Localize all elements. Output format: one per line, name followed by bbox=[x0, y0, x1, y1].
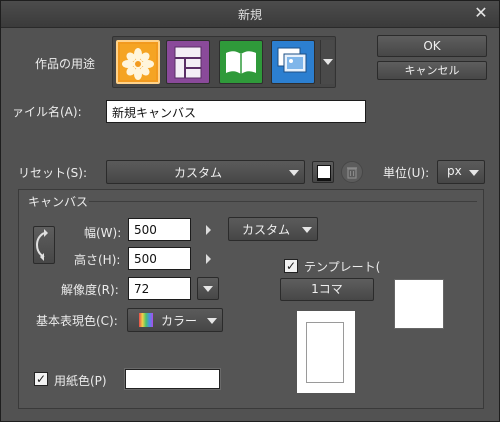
illustration-icon bbox=[120, 44, 156, 80]
template-label: テンプレート( bbox=[304, 260, 381, 274]
chevron-down-icon bbox=[203, 286, 213, 292]
book-icon bbox=[221, 42, 261, 82]
unit-label: 単位(U): bbox=[383, 166, 430, 180]
chevron-down-icon bbox=[289, 170, 299, 176]
usage-illustration-button[interactable] bbox=[116, 40, 160, 84]
delete-preset-button[interactable] bbox=[341, 161, 363, 183]
canvas-preview-frame bbox=[306, 322, 344, 383]
template-thumbnail bbox=[394, 279, 444, 329]
width-field[interactable]: 500 bbox=[128, 218, 191, 241]
filename-label: ァイル名(A): bbox=[12, 105, 82, 119]
save-preset-button[interactable] bbox=[312, 161, 334, 183]
rotate-icon bbox=[35, 229, 48, 261]
color-mode-select[interactable]: カラー bbox=[127, 308, 223, 332]
usage-animation-button[interactable] bbox=[271, 40, 315, 84]
unit-select[interactable]: px bbox=[437, 160, 485, 184]
chevron-down-icon bbox=[302, 227, 312, 233]
preset-value: カスタム bbox=[174, 166, 223, 180]
paper-color-swatch[interactable] bbox=[124, 368, 221, 390]
height-field[interactable]: 500 bbox=[128, 247, 191, 270]
ok-button[interactable]: OK bbox=[377, 35, 487, 57]
chevron-down-icon bbox=[207, 318, 217, 324]
paper-color-checkbox[interactable]: ✓ bbox=[34, 372, 48, 386]
title-bar: 新規 ✕ bbox=[1, 1, 499, 28]
width-label: 幅(W): bbox=[84, 226, 122, 240]
usage-comic-button[interactable] bbox=[166, 40, 210, 84]
chevron-right-icon[interactable] bbox=[206, 225, 211, 235]
filename-field[interactable]: 新規キャンバス bbox=[106, 100, 366, 123]
cancel-button[interactable]: キャンセル bbox=[377, 61, 487, 80]
chevron-down-icon bbox=[469, 170, 479, 176]
animation-icon bbox=[273, 42, 313, 82]
preset-select[interactable]: カスタム bbox=[106, 160, 305, 184]
usage-label: 作品の用途 bbox=[35, 57, 96, 71]
canvas-section-title: キャンバス bbox=[28, 195, 89, 209]
preset-label: リセット(S): bbox=[18, 166, 88, 180]
color-mode-value: カラー bbox=[161, 314, 198, 328]
comic-icon bbox=[168, 42, 208, 82]
canvas-preview bbox=[297, 311, 355, 393]
size-preset-value: カスタム bbox=[242, 223, 291, 237]
size-preset-select[interactable]: カスタム bbox=[228, 217, 318, 241]
color-swatch-icon bbox=[139, 313, 153, 327]
height-label: 高さ(H): bbox=[74, 253, 121, 267]
template-select-button[interactable]: 1コマ bbox=[280, 278, 374, 301]
new-canvas-dialog: 新規 ✕ 作品の用途 OK キャンセル ァイル名(A): 新規キャンバス リセッ… bbox=[0, 0, 500, 422]
unit-value: px bbox=[447, 164, 462, 178]
color-mode-label: 基本表現色(C): bbox=[36, 314, 118, 328]
chevron-right-icon[interactable] bbox=[206, 254, 211, 264]
resolution-field[interactable]: 72 bbox=[128, 277, 191, 300]
paper-color-label: 用紙色(P) bbox=[54, 374, 107, 388]
resolution-label: 解像度(R): bbox=[61, 283, 119, 297]
dialog-title: 新規 bbox=[237, 8, 262, 22]
usage-more-button[interactable] bbox=[320, 40, 334, 84]
canvas-section-divider bbox=[89, 201, 477, 202]
usage-book-button[interactable] bbox=[219, 40, 263, 84]
close-icon[interactable]: ✕ bbox=[472, 4, 490, 22]
chevron-down-icon bbox=[323, 59, 333, 65]
trash-icon bbox=[347, 167, 357, 179]
swap-orientation-button[interactable] bbox=[33, 226, 55, 264]
resolution-dropdown-button[interactable] bbox=[197, 277, 219, 300]
template-checkbox[interactable]: ✓ bbox=[284, 259, 298, 273]
save-preset-icon bbox=[317, 165, 331, 181]
